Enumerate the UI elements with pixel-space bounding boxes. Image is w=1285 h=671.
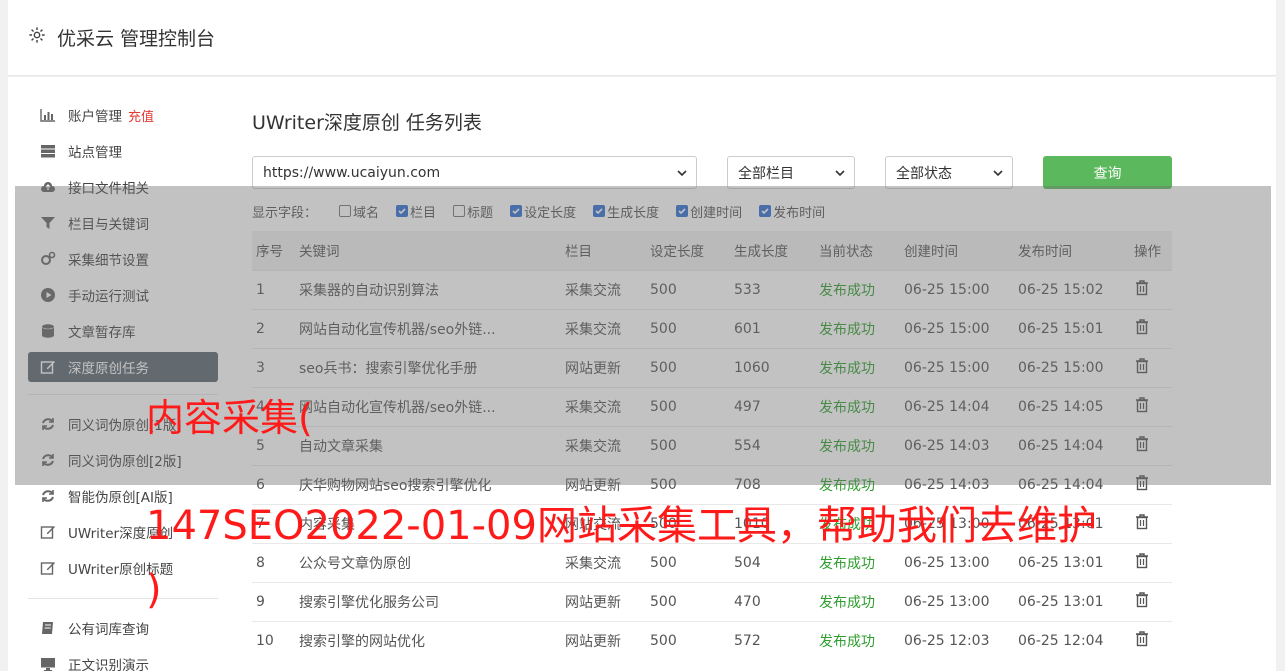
row-keyword: 搜索引擎优化服务公司 — [299, 581, 565, 621]
row-actions — [1134, 620, 1172, 660]
gear-icon — [28, 26, 46, 44]
watermark-line-2: 147SEO2022-01-09网站采集工具，帮助我们去维护 — [146, 503, 1097, 549]
row-index: 9 — [252, 581, 299, 621]
column-select[interactable]: 全部栏目 — [727, 156, 855, 189]
row-set-length: 500 — [650, 620, 734, 660]
row-created: 06-25 12:03 — [904, 620, 1018, 660]
watermark-line-1: 内容采集( — [146, 396, 313, 440]
monitor-icon — [40, 656, 56, 671]
row-gen-length: 470 — [734, 581, 819, 621]
top-bar: 优采云 管理控制台 — [8, 0, 1276, 76]
query-button[interactable]: 查询 — [1043, 156, 1172, 189]
server-icon — [40, 143, 56, 159]
trash-icon[interactable] — [1134, 630, 1150, 647]
book-icon — [40, 620, 56, 636]
sidebar-item-label: 正文识别演示 — [68, 658, 149, 671]
edit-icon — [40, 524, 56, 540]
row-actions — [1134, 581, 1172, 621]
sidebar-item-label: 站点管理 — [68, 145, 122, 161]
page-title: UWriter深度原创 任务列表 — [252, 112, 482, 134]
chevron-down-icon — [992, 167, 1004, 179]
sidebar-item-sites[interactable]: 站点管理 — [28, 133, 218, 169]
row-status: 发布成功 — [819, 581, 904, 621]
row-created: 06-25 13:00 — [904, 581, 1018, 621]
app-title: 优采云 管理控制台 — [57, 28, 216, 50]
chevron-down-icon — [834, 167, 846, 179]
row-set-length: 500 — [650, 581, 734, 621]
table-row: 10 搜索引擎的网站优化 网站更新 500 572 发布成功 06-25 12:03 06-2… — [252, 620, 1172, 660]
sidebar-divider — [28, 598, 218, 599]
table-row: 9 搜索引擎优化服务公司 网站更新 500 470 发布成功 06-25 13:00 06-2… — [252, 581, 1172, 621]
sidebar-item-uwriter-title[interactable]: UWriter原创标题 — [28, 550, 218, 586]
sidebar-item-account[interactable]: 账户管理 充值 — [28, 97, 218, 133]
row-index: 10 — [252, 620, 299, 660]
sidebar-item-label: 账户管理 — [68, 109, 122, 125]
sidebar-item-label: 公有词库查询 — [68, 622, 149, 638]
row-column: 网站更新 — [565, 620, 650, 660]
row-published: 06-25 12:04 — [1018, 620, 1134, 660]
refresh-icon — [40, 488, 56, 504]
sidebar-item-lexicon[interactable]: 公有词库查询 — [28, 610, 218, 646]
edit-icon — [40, 560, 56, 576]
row-gen-length: 572 — [734, 620, 819, 660]
site-select[interactable]: https://www.ucaiyun.com — [252, 156, 697, 189]
sidebar-item-text-recognition[interactable]: 正文识别演示 — [28, 646, 218, 671]
row-keyword: 搜索引擎的网站优化 — [299, 620, 565, 660]
watermark-line-3: ) — [146, 567, 162, 613]
row-status: 发布成功 — [819, 620, 904, 660]
row-column: 网站更新 — [565, 581, 650, 621]
chevron-down-icon — [676, 167, 688, 179]
recharge-link[interactable]: 充值 — [128, 106, 154, 125]
bar-chart-icon — [40, 107, 56, 123]
row-published: 06-25 13:01 — [1018, 581, 1134, 621]
status-select[interactable]: 全部状态 — [885, 156, 1013, 189]
trash-icon[interactable] — [1134, 591, 1150, 608]
trash-icon[interactable] — [1134, 552, 1150, 569]
